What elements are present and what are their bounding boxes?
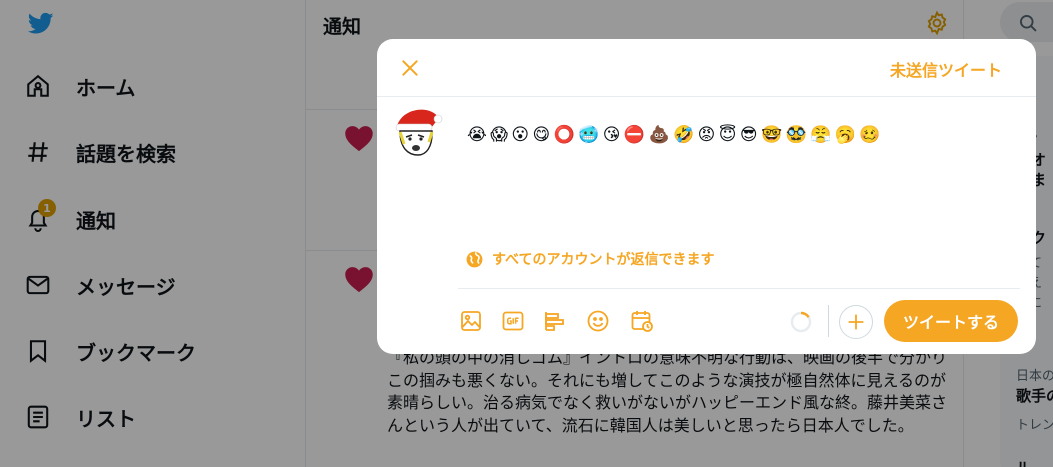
reply-permission-label: すべてのアカウントが返信できます — [492, 252, 715, 268]
add-poll-button[interactable] — [542, 308, 568, 334]
plus-icon — [848, 314, 864, 330]
globe-icon — [466, 251, 483, 267]
compose-tweet-dialog: 未送信ツイート 😭😱😮😋⭕🥶😘⛔💩🤣😡😇😎🤓🥸😤🥱🥴 すべてのアカウントが返信で… — [377, 39, 1036, 354]
dialog-header: 未送信ツイート — [377, 39, 1036, 97]
close-button[interactable] — [395, 53, 425, 83]
character-count-ring — [790, 311, 812, 333]
divider — [458, 288, 1020, 289]
tweet-compose-textarea[interactable]: 😭😱😮😋⭕🥶😘⛔💩🤣😡😇😎🤓🥸😤🥱🥴 — [467, 121, 1012, 150]
add-gif-button[interactable] — [500, 308, 526, 334]
gif-icon — [502, 311, 524, 331]
schedule-icon — [631, 311, 653, 332]
image-icon — [461, 311, 481, 331]
emoji-icon — [587, 310, 609, 332]
poll-icon — [545, 312, 564, 331]
toolbar-separator — [828, 305, 829, 337]
add-media-button[interactable] — [458, 308, 484, 334]
close-icon — [402, 60, 418, 76]
reply-permission-button[interactable]: すべてのアカウントが返信できます — [465, 249, 714, 269]
unsent-tweets-link[interactable]: 未送信ツイート — [890, 57, 1002, 81]
add-emoji-button[interactable] — [585, 308, 611, 334]
tweet-button[interactable]: ツイートする — [884, 300, 1018, 342]
add-thread-button[interactable] — [839, 305, 873, 339]
avatar[interactable] — [394, 104, 444, 156]
schedule-tweet-button[interactable] — [629, 308, 655, 334]
